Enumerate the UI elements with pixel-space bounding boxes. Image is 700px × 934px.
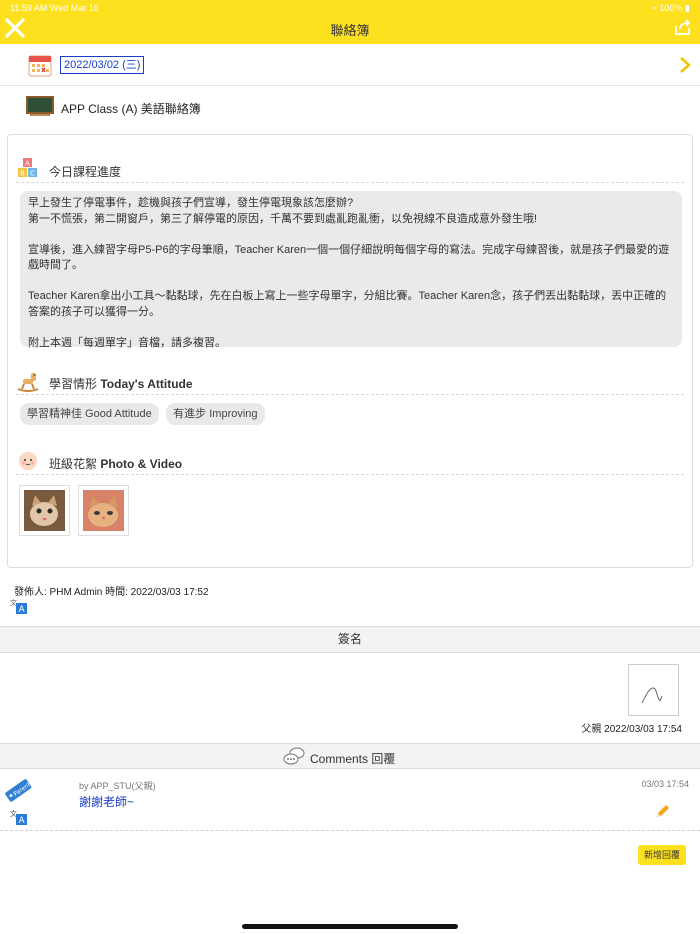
photos-title: 班級花絮 Photo & Video — [49, 457, 183, 471]
poster-info: 發佈人: PHM Admin 時間: 2022/03/03 17:52 — [14, 587, 209, 598]
home-indicator — [242, 924, 458, 929]
translate-icon[interactable]: 文 A — [10, 598, 27, 614]
progress-title: 今日課程進度 — [49, 165, 122, 179]
chevron-right-icon[interactable] — [678, 55, 692, 75]
comments-header: Comments 回覆 — [0, 743, 700, 769]
progress-text: 早上發生了停電事件，趁機與孩子們宣導，發生停電現象該怎麼辦? 第一不慌張，第二開… — [20, 191, 682, 349]
share-icon[interactable] — [674, 18, 692, 36]
svg-text:A: A — [25, 160, 30, 168]
svg-text:C: C — [30, 170, 35, 178]
signature-image[interactable] — [628, 664, 679, 716]
comments-title: Comments 回覆 — [310, 752, 396, 766]
comment-author: by APP_STU(父親) — [79, 781, 156, 791]
add-reply-button[interactable]: 新增回覆 — [638, 845, 686, 865]
blackboard-icon — [26, 96, 54, 116]
photo-gallery — [19, 485, 133, 536]
progress-section-header: A B C 今日課程進度 — [16, 157, 684, 183]
calendar-icon — [28, 55, 52, 77]
attitude-chip: 有進步 Improving — [166, 403, 265, 425]
pencil-icon[interactable] — [655, 804, 670, 819]
date-label[interactable]: 2022/03/02 (三) — [60, 56, 145, 74]
diary-card: A B C 今日課程進度 早上發生了停電事件，趁機與孩子們宣導，發生停電現象該怎… — [7, 134, 693, 568]
wifi-icon: ≈ — [652, 3, 657, 13]
attitude-chips: 學習精神佳 Good Attitude 有進步 Improving — [20, 403, 268, 425]
status-time: 11:59 AM Wed Mar 16 — [10, 3, 99, 13]
battery-icon: ▮ — [685, 3, 690, 13]
svg-text:A: A — [19, 816, 26, 825]
progress-paragraph: 早上發生了停電事件，趁機與孩子們宣導，發生停電現象該怎麼辦? 第一不慌張，第二開… — [28, 197, 538, 225]
progress-paragraph: Teacher Karen拿出小工具～黏黏球，先在白板上寫上一些字母單字，分組比… — [28, 290, 667, 318]
comments-icon — [283, 747, 305, 765]
kitten-photo — [24, 490, 65, 531]
progress-paragraph: 附上本週「每週單字」音檔，請多複習。 — [28, 336, 226, 349]
abc-blocks-icon: A B C — [18, 158, 37, 178]
kitten-photo — [83, 490, 125, 531]
comment-item: Parent 文 A by APP_STU(父親) 謝謝老師~ 03/03 17… — [0, 769, 700, 831]
date-row[interactable]: 2022/03/02 (三) — [0, 44, 700, 86]
top-bar: 11:59 AM Wed Mar 16 ≈ 100% ▮ 聯絡簿 — [0, 0, 700, 44]
comment-time: 03/03 17:54 — [641, 779, 689, 789]
signature-stroke — [641, 687, 663, 704]
photo-thumbnail[interactable] — [78, 485, 130, 536]
class-name: APP Class (A) 美語聯絡簿 — [61, 102, 201, 116]
class-row: APP Class (A) 美語聯絡簿 — [0, 86, 700, 128]
photo-thumbnail[interactable] — [19, 485, 70, 536]
signature-caption: 父親 2022/03/03 17:54 — [581, 724, 682, 735]
page-title: 聯絡簿 — [330, 23, 370, 38]
baby-face-icon — [19, 452, 37, 470]
svg-text:B: B — [20, 170, 25, 178]
svg-text:文: 文 — [10, 809, 17, 818]
attitude-title: 學習情形 Today's Attitude — [49, 377, 193, 391]
parent-tag-icon: Parent — [5, 779, 32, 802]
signature-header: 簽名 — [0, 626, 700, 653]
photos-section-header: 班級花絮 Photo & Video — [16, 449, 684, 475]
attitude-section-header: 學習情形 Today's Attitude — [16, 369, 684, 395]
status-battery: ≈ 100% ▮ — [652, 3, 690, 13]
attitude-chip: 學習精神佳 Good Attitude — [20, 403, 159, 425]
svg-text:文: 文 — [10, 598, 17, 607]
comment-text: 謝謝老師~ — [79, 795, 135, 809]
progress-paragraph: 宣導後，進入練習字母P5-P6的字母筆順，Teacher Karen一個一個仔細… — [28, 243, 670, 272]
svg-text:A: A — [19, 605, 26, 614]
translate-icon[interactable]: 文 A — [10, 809, 27, 825]
rocking-horse-icon — [17, 373, 39, 392]
